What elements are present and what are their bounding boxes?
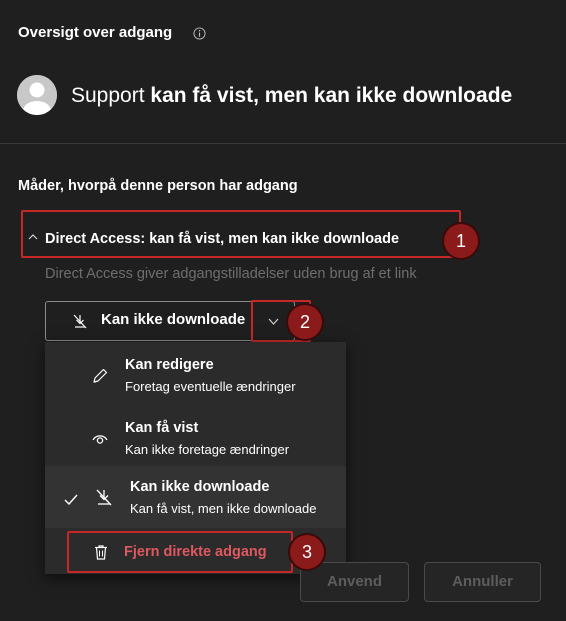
menu-item-subtitle: Kan få vist, men ikke downloade [130, 501, 317, 516]
no-download-icon [96, 489, 112, 506]
access-description: Direct Access giver adgangstilladelser u… [45, 266, 417, 282]
avatar [17, 75, 57, 115]
apply-button[interactable]: Anvend [300, 562, 409, 602]
section-heading: Måder, hvorpå denne person har adgang [18, 178, 298, 194]
pencil-icon [93, 368, 108, 383]
menu-item-can-view[interactable]: Kan få vist Kan ikke foretage ændringer [45, 409, 346, 471]
permission-dropdown-label: Kan ikke downloade [101, 311, 246, 328]
menu-item-title: Kan redigere [125, 357, 214, 373]
subject-line: Support kan få vist, men kan ikke downlo… [71, 84, 512, 108]
step-badge-2: 2 [288, 305, 322, 339]
chevron-up-icon[interactable] [28, 234, 38, 240]
remove-direct-access-label: Fjern direkte adgang [124, 544, 267, 560]
trash-icon [95, 545, 107, 560]
person-icon [17, 75, 57, 115]
checkmark-icon [64, 494, 78, 505]
step-badge-1: 1 [444, 224, 478, 258]
menu-item-subtitle: Foretag eventuelle ændringer [125, 379, 296, 394]
eye-icon [92, 435, 108, 444]
subject-permission: kan få vist, men kan ikke downloade [150, 84, 513, 107]
info-icon[interactable] [193, 27, 206, 40]
divider [0, 143, 566, 144]
cancel-button[interactable]: Annuller [424, 562, 541, 602]
access-header[interactable]: Direct Access: kan få vist, men kan ikke… [45, 231, 399, 247]
subject-name: Support [71, 84, 145, 107]
menu-item-cannot-download[interactable]: Kan ikke downloade Kan få vist, men ikke… [45, 466, 346, 528]
panel-title: Oversigt over adgang [18, 24, 173, 41]
no-download-icon [73, 314, 87, 329]
step-badge-3: 3 [290, 535, 324, 569]
menu-item-can-edit[interactable]: Kan redigere Foretag eventuelle ændringe… [45, 346, 346, 408]
menu-item-title: Kan få vist [125, 420, 199, 436]
chevron-down-icon[interactable] [268, 318, 279, 325]
menu-item-title: Kan ikke downloade [130, 479, 270, 495]
menu-item-subtitle: Kan ikke foretage ændringer [125, 442, 290, 457]
